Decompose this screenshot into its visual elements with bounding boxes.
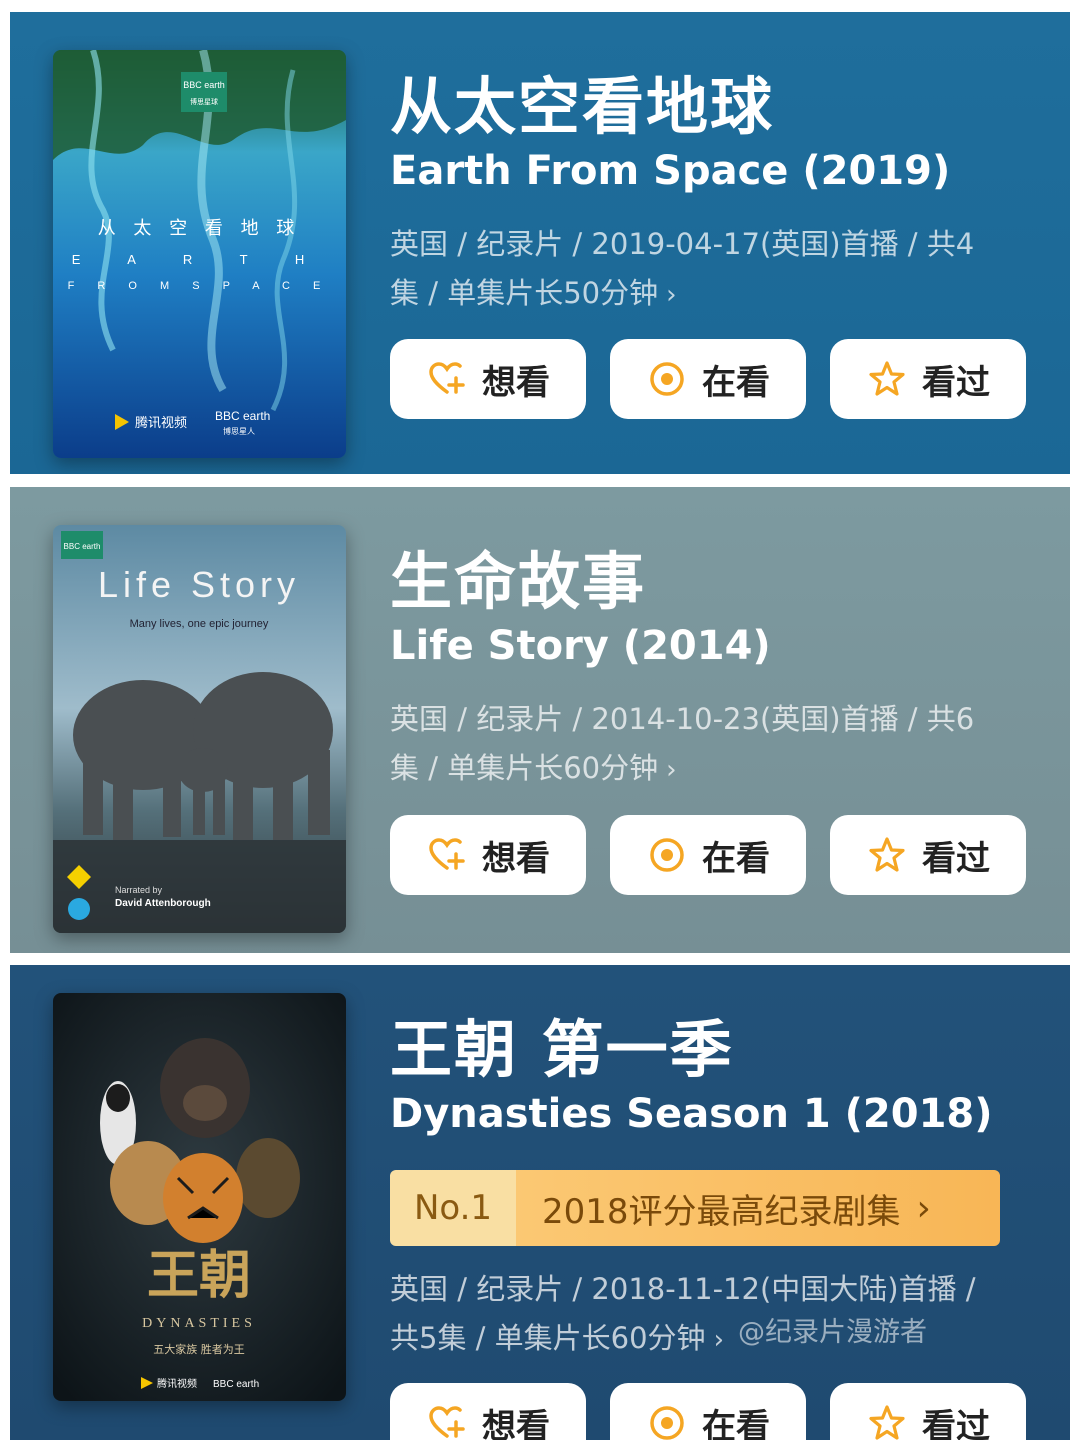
star-icon: [869, 361, 905, 396]
watching-label: 在看: [702, 1406, 770, 1440]
meta-line-2: 集 / 单集片长50分钟: [390, 276, 659, 310]
poster-logo-right-sub: 博思星人: [223, 426, 255, 436]
poster-artwork: 王朝 DYNASTIES 五大家族 胜者为王 腾讯视频 BBC earth: [53, 993, 346, 1401]
poster-logo-left: 腾讯视频: [135, 415, 187, 431]
poster-tagline: Many lives, one epic journey: [130, 618, 269, 630]
watching-button[interactable]: 在看: [610, 815, 806, 895]
chevron-right-icon: ›: [666, 755, 677, 785]
poster-title-zh: 从 太 空 看 地 球: [98, 218, 301, 239]
meta-line-2-wrap: 集 / 单集片长50分钟 ›: [390, 269, 1030, 320]
heart-plus-icon: [429, 838, 465, 870]
title-zh: 生命故事: [390, 545, 647, 618]
meta-line-2-wrap: 集 / 单集片长60分钟 ›: [390, 744, 1030, 795]
watermark: @纪录片漫游者: [738, 1317, 927, 1348]
want-label: 想看: [482, 838, 550, 879]
poster-narrated-by: Narrated by: [115, 885, 163, 895]
chevron-right-icon: ›: [916, 1187, 931, 1229]
poster-logo-right: BBC earth: [215, 409, 270, 423]
title-en: Dynasties Season 1 (2018): [390, 1091, 993, 1137]
meta-line-2-wrap: 共5集 / 单集片长60分钟 ›: [390, 1314, 1030, 1365]
meta-info[interactable]: 英国 / 纪录片 / 2018-11-12(中国大陆)首播 / 共5集 / 单集…: [390, 1265, 1030, 1365]
want-label: 想看: [482, 1406, 550, 1440]
watching-button[interactable]: 在看: [610, 339, 806, 419]
poster-life-story[interactable]: BBC earth Life Story Many lives, one epi…: [53, 525, 346, 933]
poster-brand-top: BBC earth: [183, 80, 225, 90]
poster-earth-from-space[interactable]: BBC earth 博思星球 从 太 空 看 地 球 E A R T H F R…: [53, 50, 346, 458]
poster-title-zh: 王朝: [147, 1245, 251, 1306]
watched-button[interactable]: 看过: [830, 1383, 1026, 1440]
star-icon: [869, 837, 905, 872]
documentary-card-earth-from-space[interactable]: BBC earth 博思星球 从 太 空 看 地 球 E A R T H F R…: [10, 12, 1070, 474]
poster-logo-left: 腾讯视频: [157, 1377, 197, 1390]
title-en: Earth From Space (2019): [390, 148, 951, 194]
circle-dot-icon: [650, 1406, 684, 1440]
action-buttons: 想看 在看 看过: [390, 1383, 1026, 1440]
meta-line-1: 英国 / 纪录片 / 2019-04-17(英国)首播 / 共4: [390, 227, 975, 261]
watching-button[interactable]: 在看: [610, 1383, 806, 1440]
poster-title-en: DYNASTIES: [142, 1316, 256, 1331]
watched-label: 看过: [922, 1406, 990, 1440]
poster-brand-top: BBC earth: [64, 542, 101, 551]
rank-text: 2018评分最高纪录剧集: [542, 1191, 901, 1232]
meta-line-2: 共5集 / 单集片长60分钟: [390, 1321, 706, 1355]
watched-button[interactable]: 看过: [830, 339, 1026, 419]
watched-label: 看过: [922, 838, 990, 879]
title-en: Life Story (2014): [390, 623, 771, 669]
watching-label: 在看: [702, 838, 770, 879]
documentary-card-dynasties[interactable]: 王朝 DYNASTIES 五大家族 胜者为王 腾讯视频 BBC earth 王朝…: [10, 965, 1070, 1440]
action-buttons: 想看 在看 看过: [390, 815, 1026, 895]
heart-plus-icon: [429, 362, 465, 394]
watched-label: 看过: [922, 362, 990, 403]
star-icon: [869, 1405, 905, 1440]
poster-dynasties[interactable]: 王朝 DYNASTIES 五大家族 胜者为王 腾讯视频 BBC earth: [53, 993, 346, 1401]
documentary-card-life-story[interactable]: BBC earth Life Story Many lives, one epi…: [10, 487, 1070, 953]
poster-title: Life Story: [98, 564, 300, 605]
meta-line-1: 英国 / 纪录片 / 2018-11-12(中国大陆)首播 /: [390, 1272, 976, 1306]
action-buttons: 想看 在看 看过: [390, 339, 1026, 419]
rank-text-wrap: 2018评分最高纪录剧集 ›: [516, 1170, 1000, 1246]
watching-label: 在看: [702, 362, 770, 403]
poster-brand-top-sub: 博思星球: [190, 97, 218, 106]
circle-dot-icon: [650, 838, 684, 872]
meta-line-1: 英国 / 纪录片 / 2014-10-23(英国)首播 / 共6: [390, 702, 975, 736]
chevron-right-icon: ›: [713, 1325, 724, 1355]
circle-dot-icon: [650, 362, 684, 396]
want-button[interactable]: 想看: [390, 1383, 586, 1440]
poster-subtitle: 五大家族 胜者为王: [153, 1342, 245, 1356]
watched-button[interactable]: 看过: [830, 815, 1026, 895]
want-label: 想看: [482, 362, 550, 403]
poster-narrator: David Attenborough: [115, 898, 211, 909]
title-zh: 王朝 第一季: [390, 1013, 734, 1086]
heart-plus-icon: [429, 1406, 465, 1438]
title-zh: 从太空看地球: [390, 70, 775, 143]
want-button[interactable]: 想看: [390, 339, 586, 419]
poster-logo-right: BBC earth: [213, 1379, 259, 1390]
meta-line-2: 集 / 单集片长60分钟: [390, 751, 659, 785]
poster-title-en-2: F R O M S P A C E: [68, 280, 331, 292]
rank-number: No.1: [390, 1170, 516, 1246]
poster-artwork: BBC earth Life Story Many lives, one epi…: [53, 525, 346, 933]
chevron-right-icon: ›: [666, 280, 677, 310]
poster-title-en-1: E A R T H: [72, 252, 327, 267]
ranking-banner[interactable]: No.1 2018评分最高纪录剧集 ›: [390, 1170, 1000, 1246]
poster-artwork: BBC earth 博思星球 从 太 空 看 地 球 E A R T H F R…: [53, 50, 346, 458]
want-button[interactable]: 想看: [390, 815, 586, 895]
meta-info[interactable]: 英国 / 纪录片 / 2014-10-23(英国)首播 / 共6 集 / 单集片…: [390, 695, 1030, 795]
meta-info[interactable]: 英国 / 纪录片 / 2019-04-17(英国)首播 / 共4 集 / 单集片…: [390, 220, 1030, 320]
